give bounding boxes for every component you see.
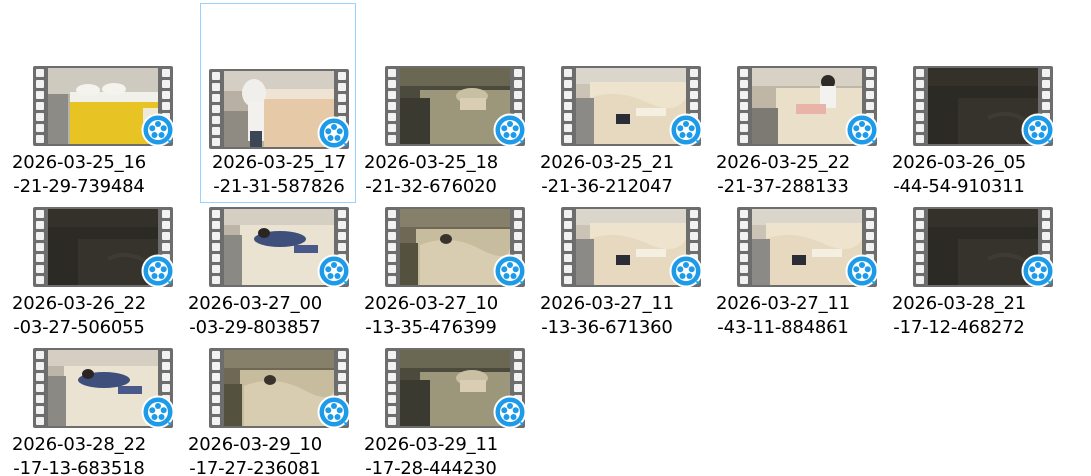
film-strip <box>209 348 223 428</box>
video-thumbnail <box>385 348 527 429</box>
file-name-line1: 2026-03-27_11 <box>540 293 674 314</box>
file-name: 2026-03-29_11 -17-28-444230 <box>353 433 509 476</box>
film-strip <box>33 348 47 428</box>
video-player-icon <box>669 254 703 288</box>
video-thumbnail <box>209 69 351 150</box>
film-strip <box>33 207 47 287</box>
file-name-line2: -17-13-683518 <box>13 458 145 476</box>
file-name: 2026-03-28_22 -17-13-683518 <box>1 433 157 476</box>
video-player-icon <box>141 395 175 429</box>
video-player-icon <box>1021 254 1055 288</box>
file-name-line2: -43-11-884861 <box>717 317 849 338</box>
file-name-line1: 2026-03-28_21 <box>892 293 1026 314</box>
file-name-line2: -17-28-444230 <box>365 458 497 476</box>
video-thumbnail <box>385 207 527 288</box>
file-name-line2: -17-12-468272 <box>893 317 1025 338</box>
file-name-line2: -13-36-671360 <box>541 317 673 338</box>
film-strip <box>209 207 223 287</box>
film-strip <box>561 66 575 146</box>
file-name: 2026-03-29_10 -17-27-236081 <box>177 433 333 476</box>
film-strip <box>33 66 47 146</box>
video-thumbnail <box>561 207 703 288</box>
file-name-line1: 2026-03-29_11 <box>364 434 498 455</box>
film-strip <box>385 207 399 287</box>
file-item[interactable]: 2026-03-27_11 -13-36-671360 <box>528 141 703 340</box>
file-name: 2026-03-27_11 -43-11-884861 <box>705 292 861 340</box>
file-name-line1: 2026-03-27_11 <box>716 293 850 314</box>
file-name-line2: -17-27-236081 <box>189 458 321 476</box>
film-strip <box>737 66 751 146</box>
video-thumbnail <box>913 66 1055 147</box>
video-thumbnail <box>33 207 175 288</box>
file-name: 2026-03-28_21 -17-12-468272 <box>881 292 1037 340</box>
film-strip <box>913 66 927 146</box>
video-player-icon <box>493 395 527 429</box>
video-thumbnail <box>33 66 175 147</box>
video-thumbnail <box>209 348 351 429</box>
file-name-line1: 2026-03-29_10 <box>188 434 322 455</box>
video-thumbnail <box>737 207 879 288</box>
file-name-line1: 2026-03-28_22 <box>12 434 146 455</box>
film-strip <box>385 66 399 146</box>
video-thumbnail <box>209 207 351 288</box>
file-name: 2026-03-27_11 -13-36-671360 <box>529 292 685 340</box>
file-item[interactable]: 2026-03-29_10 -17-27-236081 <box>176 282 351 476</box>
film-strip <box>913 207 927 287</box>
file-item[interactable]: 2026-03-29_11 -17-28-444230 <box>352 282 527 476</box>
file-item[interactable]: 2026-03-27_11 -43-11-884861 <box>704 141 879 340</box>
video-thumbnail <box>561 66 703 147</box>
video-thumbnail <box>913 207 1055 288</box>
video-thumbnail <box>385 66 527 147</box>
video-player-icon <box>317 395 351 429</box>
film-strip <box>209 69 223 149</box>
video-player-icon <box>845 254 879 288</box>
file-item[interactable]: 2026-03-28_21 -17-12-468272 <box>880 141 1055 340</box>
film-strip <box>561 207 575 287</box>
film-strip <box>385 348 399 428</box>
video-thumbnail <box>33 348 175 429</box>
video-thumbnail <box>737 66 879 147</box>
file-item[interactable]: 2026-03-28_22 -17-13-683518 <box>0 282 175 476</box>
file-grid: 2026-03-25_16 -21-29-739484 2026-03-25_1… <box>0 0 1091 476</box>
film-strip <box>737 207 751 287</box>
